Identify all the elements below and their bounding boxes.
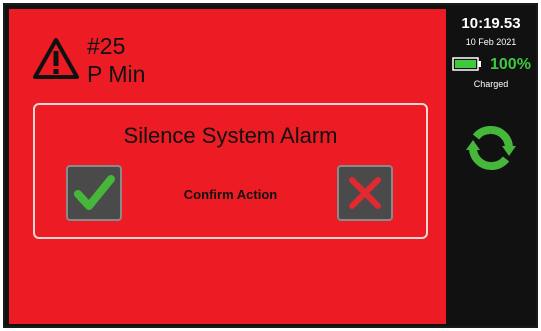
alarm-panel: #25 P Min Silence System Alarm Confirm A…	[9, 9, 446, 324]
clock-date: 10 Feb 2021	[465, 37, 517, 47]
x-close-icon	[349, 177, 381, 209]
cancel-button[interactable]	[337, 165, 393, 221]
device-screen: #25 P Min Silence System Alarm Confirm A…	[3, 3, 538, 328]
silence-alarm-dialog: Silence System Alarm Confirm Action	[33, 103, 428, 239]
clock-time: 10:19.53	[461, 15, 521, 32]
battery-percent: 100%	[490, 56, 531, 73]
warning-triangle-icon	[33, 38, 79, 79]
alarm-number: #25	[87, 33, 126, 59]
status-sidebar: 10:19.53 10 Feb 2021 100% Charged	[446, 5, 536, 326]
dialog-title: Silence System Alarm	[123, 123, 338, 148]
battery-status: Charged	[473, 79, 509, 89]
battery-icon	[452, 57, 481, 71]
alarm-name: P Min	[87, 61, 146, 87]
refresh-icon[interactable]	[466, 123, 516, 173]
